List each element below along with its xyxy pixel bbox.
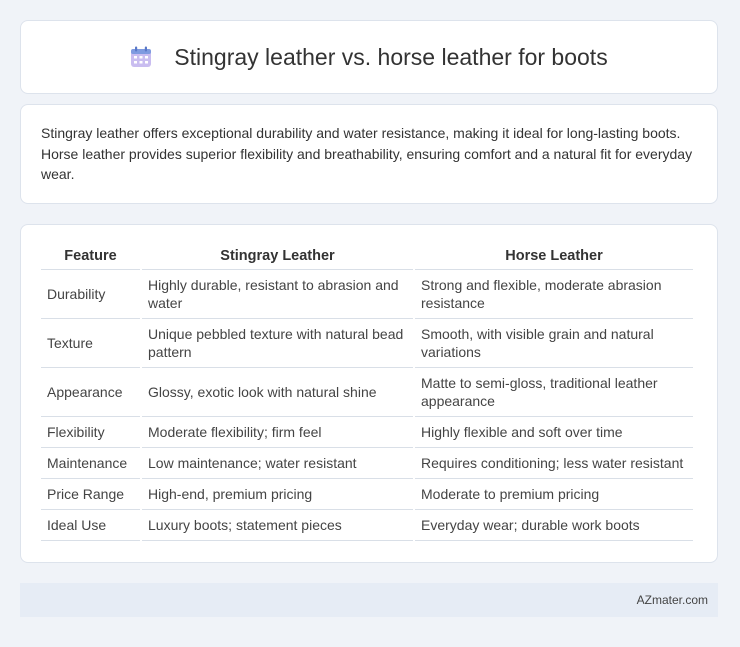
column-header-stingray: Stingray Leather	[142, 243, 413, 270]
column-header-feature: Feature	[41, 243, 140, 270]
stingray-cell: Luxury boots; statement pieces	[142, 510, 413, 541]
table-row: Texture Unique pebbled texture with natu…	[41, 319, 693, 368]
page-title: Stingray leather vs. horse leather for b…	[174, 43, 608, 70]
feature-cell: Maintenance	[41, 448, 140, 479]
stingray-cell: Moderate flexibility; firm feel	[142, 417, 413, 448]
table-row: Ideal Use Luxury boots; statement pieces…	[41, 510, 693, 541]
horse-cell: Matte to semi-gloss, traditional leather…	[415, 368, 693, 417]
feature-cell: Price Range	[41, 479, 140, 510]
feature-cell: Texture	[41, 319, 140, 368]
horse-cell: Requires conditioning; less water resist…	[415, 448, 693, 479]
feature-cell: Ideal Use	[41, 510, 140, 541]
table-row: Price Range High-end, premium pricing Mo…	[41, 479, 693, 510]
footer: AZmater.com	[20, 583, 718, 617]
stingray-cell: Highly durable, resistant to abrasion an…	[142, 270, 413, 319]
feature-cell: Appearance	[41, 368, 140, 417]
horse-cell: Moderate to premium pricing	[415, 479, 693, 510]
horse-cell: Highly flexible and soft over time	[415, 417, 693, 448]
table-row: Durability Highly durable, resistant to …	[41, 270, 693, 319]
stingray-cell: High-end, premium pricing	[142, 479, 413, 510]
comparison-card: Feature Stingray Leather Horse Leather D…	[20, 224, 718, 563]
table-row: Maintenance Low maintenance; water resis…	[41, 448, 693, 479]
summary-card: Stingray leather offers exceptional dura…	[20, 104, 718, 204]
stingray-cell: Low maintenance; water resistant	[142, 448, 413, 479]
comparison-table: Feature Stingray Leather Horse Leather D…	[39, 243, 695, 541]
column-header-horse: Horse Leather	[415, 243, 693, 270]
feature-cell: Flexibility	[41, 417, 140, 448]
horse-cell: Strong and flexible, moderate abrasion r…	[415, 270, 693, 319]
table-row: Appearance Glossy, exotic look with natu…	[41, 368, 693, 417]
stingray-cell: Glossy, exotic look with natural shine	[142, 368, 413, 417]
horse-cell: Smooth, with visible grain and natural v…	[415, 319, 693, 368]
horse-cell: Everyday wear; durable work boots	[415, 510, 693, 541]
table-row: Flexibility Moderate flexibility; firm f…	[41, 417, 693, 448]
title-card: Stingray leather vs. horse leather for b…	[20, 20, 718, 94]
feature-cell: Durability	[41, 270, 140, 319]
footer-brand-link[interactable]: AZmater.com	[637, 593, 708, 607]
calendar-icon	[130, 46, 152, 68]
summary-text: Stingray leather offers exceptional dura…	[41, 125, 693, 182]
table-header-row: Feature Stingray Leather Horse Leather	[41, 243, 693, 270]
stingray-cell: Unique pebbled texture with natural bead…	[142, 319, 413, 368]
